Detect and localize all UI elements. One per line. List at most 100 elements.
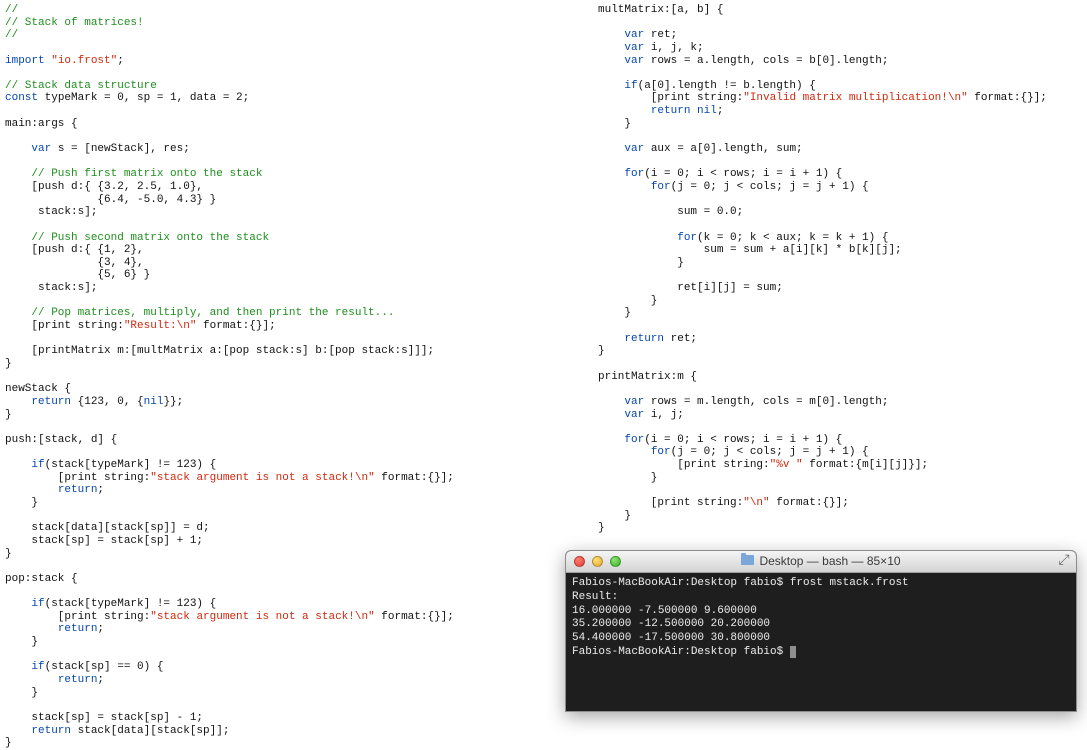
code-line: } [598,345,1078,358]
code-line: } [598,118,1078,131]
code-line: // Stack of matrices! [5,17,565,30]
code-line: // Push second matrix onto the stack [5,232,565,245]
code-line [5,333,565,346]
code-line: if(stack[sp] == 0) { [5,661,565,674]
code-line [5,67,565,80]
code-line [598,67,1078,80]
terminal-line: Fabios-MacBookAir:Desktop fabio$ [572,646,1070,660]
expand-icon[interactable]: ⤢ [1057,554,1071,568]
code-line [598,269,1078,282]
code-line [5,219,565,232]
code-line: stack[data][stack[sp]] = d; [5,522,565,535]
code-line: } [598,307,1078,320]
code-line: } [598,522,1078,535]
code-line [5,649,565,662]
code-line [598,219,1078,232]
terminal-title: Desktop — bash — 85×10 [566,555,1076,569]
code-line: var ret; [598,29,1078,42]
code-line: // Stack data structure [5,80,565,93]
code-line: stack[sp] = stack[sp] + 1; [5,535,565,548]
code-line: return nil; [598,105,1078,118]
code-line: [push d:{ {1, 2}, [5,244,565,257]
terminal-titlebar[interactable]: Desktop — bash — 85×10 ⤢ [566,551,1076,573]
terminal-line: 54.400000 -17.500000 30.800000 [572,632,1070,646]
code-line: [print string:"Invalid matrix multiplica… [598,92,1078,105]
code-line [5,130,565,143]
code-line: } [598,472,1078,485]
code-line: // [5,29,565,42]
code-line: var s = [newStack], res; [5,143,565,156]
code-line [598,358,1078,371]
code-line: return; [5,674,565,687]
code-line: ret[i][j] = sum; [598,282,1078,295]
code-line: return stack[data][stack[sp]]; [5,725,565,738]
code-line [5,295,565,308]
code-line: [print string:"%v " format:{m[i][j]}]; [598,459,1078,472]
code-line: [push d:{ {3.2, 2.5, 1.0}, [5,181,565,194]
code-line [598,156,1078,169]
code-pane-right[interactable]: multMatrix:[a, b] { var ret; var i, j, k… [598,0,1078,535]
code-line [5,585,565,598]
folder-icon [741,555,754,565]
code-line: } [5,548,565,561]
code-pane-left[interactable]: //// Stack of matrices!// import "io.fro… [5,0,565,750]
code-line: for(i = 0; i < rows; i = i + 1) { [598,168,1078,181]
code-line: pop:stack { [5,573,565,586]
code-line: stack[sp] = stack[sp] - 1; [5,712,565,725]
code-line: } [598,510,1078,523]
code-line: sum = 0.0; [598,206,1078,219]
terminal-window: Desktop — bash — 85×10 ⤢ Fabios-MacBookA… [565,550,1077,712]
code-line: import "io.frost"; [5,55,565,68]
code-line: return; [5,484,565,497]
code-line: // Push first matrix onto the stack [5,168,565,181]
code-line: return ret; [598,333,1078,346]
code-line [5,105,565,118]
code-line: [print string:"\n" format:{}]; [598,497,1078,510]
terminal-line: Result: [572,591,1070,605]
code-line: main:args { [5,118,565,131]
code-line: for(k = 0; k < aux; k = k + 1) { [598,232,1078,245]
code-line: {5, 6} } [5,269,565,282]
code-line: var rows = m.length, cols = m[0].length; [598,396,1078,409]
terminal-line: 16.000000 -7.500000 9.600000 [572,605,1070,619]
code-line [598,383,1078,396]
code-line [5,42,565,55]
code-line: for(j = 0; j < cols; j = j + 1) { [598,446,1078,459]
code-line: // [5,4,565,17]
code-line [598,17,1078,30]
terminal-title-text: Desktop — bash — 85×10 [759,555,900,569]
code-line [5,421,565,434]
code-line: var rows = a.length, cols = b[0].length; [598,55,1078,68]
code-line: return {123, 0, {nil}}; [5,396,565,409]
code-line: } [5,636,565,649]
code-line [598,484,1078,497]
code-line: var aux = a[0].length, sum; [598,143,1078,156]
code-line [5,371,565,384]
terminal-line: 35.200000 -12.500000 20.200000 [572,618,1070,632]
code-line: } [598,257,1078,270]
code-line [5,510,565,523]
code-line: push:[stack, d] { [5,434,565,447]
terminal-line: Fabios-MacBookAir:Desktop fabio$ frost m… [572,577,1070,591]
code-line: if(a[0].length != b.length) { [598,80,1078,93]
code-line: for(j = 0; j < cols; j = j + 1) { [598,181,1078,194]
code-line: [print string:"stack argument is not a s… [5,472,565,485]
code-line: } [5,409,565,422]
code-line: [print string:"Result:\n" format:{}]; [5,320,565,333]
code-line: {3, 4}, [5,257,565,270]
code-line: var i, j, k; [598,42,1078,55]
code-line [5,560,565,573]
code-line: multMatrix:[a, b] { [598,4,1078,17]
code-line: // Pop matrices, multiply, and then prin… [5,307,565,320]
code-line: stack:s]; [5,206,565,219]
code-line: if(stack[typeMark] != 123) { [5,459,565,472]
code-line [5,446,565,459]
code-line: if(stack[typeMark] != 123) { [5,598,565,611]
terminal-body[interactable]: Fabios-MacBookAir:Desktop fabio$ frost m… [566,573,1076,664]
code-line: return; [5,623,565,636]
code-line: } [598,295,1078,308]
code-line: } [5,737,565,750]
code-line: printMatrix:m { [598,371,1078,384]
code-line: var i, j; [598,409,1078,422]
code-line: for(i = 0; i < rows; i = i + 1) { [598,434,1078,447]
